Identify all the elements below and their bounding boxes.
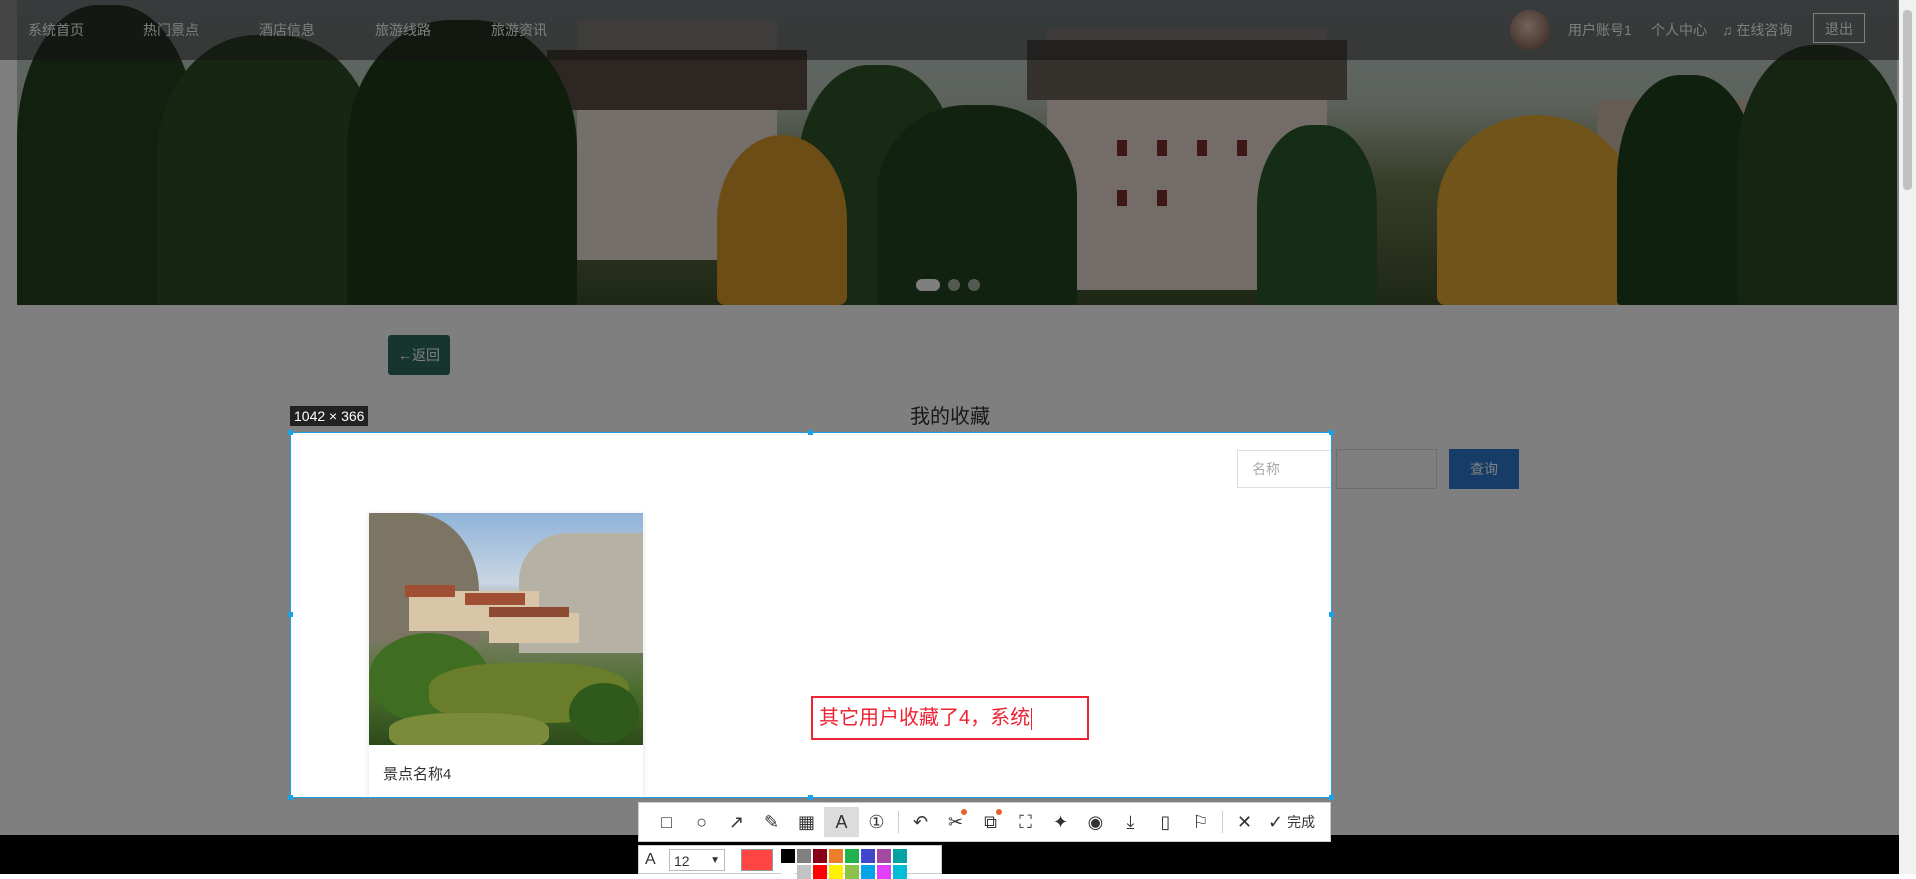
search-input[interactable]: 名称 (1237, 450, 1331, 488)
download-icon[interactable]: ⤓ (1113, 807, 1148, 837)
resize-handle[interactable] (288, 612, 293, 617)
color-swatch[interactable] (845, 864, 859, 879)
color-swatch[interactable] (813, 848, 827, 863)
attraction-image (369, 513, 643, 745)
pin-icon[interactable]: ✦ (1043, 807, 1078, 837)
bookmark-icon[interactable]: ⚐ (1183, 807, 1218, 837)
phone-icon[interactable]: ▯ (1148, 807, 1183, 837)
color-swatch[interactable] (829, 864, 843, 879)
current-color-swatch[interactable] (741, 848, 773, 871)
mosaic-icon[interactable]: ▦ (789, 807, 824, 837)
text-caret (1031, 707, 1033, 730)
new-badge (961, 809, 967, 815)
screenshot-toolbar: □ ○ ↗ ✎ ▦ A ① ↶ ✂ ⧉ ⛶ ✦ ◉ ⤓ ▯ ⚐ ✕ ✓ 完成 (638, 802, 1331, 842)
screenshot-selection[interactable]: 名称 景点名称4 其它用户收藏了4，系统 (290, 432, 1332, 798)
color-swatch[interactable] (797, 864, 811, 879)
cut-icon[interactable]: ✂ (938, 807, 973, 837)
record-icon[interactable]: ◉ (1078, 807, 1113, 837)
favorite-card[interactable]: 景点名称4 (369, 513, 643, 797)
resize-handle[interactable] (1329, 795, 1334, 800)
close-icon[interactable]: ✕ (1227, 807, 1262, 837)
done-label: 完成 (1287, 814, 1316, 830)
annotation-text-box[interactable]: 其它用户收藏了4，系统 (811, 696, 1089, 740)
page-scrollbar[interactable] (1899, 0, 1916, 874)
color-swatch[interactable] (861, 848, 875, 863)
toolbar-divider (1222, 811, 1223, 833)
resize-handle[interactable] (808, 430, 813, 435)
selection-size-label: 1042 × 366 (290, 406, 369, 426)
text-icon[interactable]: A (824, 807, 859, 837)
resize-handle[interactable] (288, 795, 293, 800)
rectangle-icon[interactable]: □ (649, 807, 684, 837)
attraction-name: 景点名称4 (383, 766, 452, 783)
color-swatch[interactable] (797, 848, 811, 863)
check-icon: ✓ (1268, 811, 1284, 832)
resize-handle[interactable] (808, 795, 813, 800)
number-icon[interactable]: ① (859, 807, 894, 837)
done-button[interactable]: ✓ 完成 (1268, 812, 1315, 833)
font-size-value: 12 (674, 852, 690, 869)
undo-icon[interactable]: ↶ (903, 807, 938, 837)
resize-handle[interactable] (1329, 612, 1334, 617)
color-swatch[interactable] (781, 864, 795, 879)
ellipse-icon[interactable]: ○ (684, 807, 719, 837)
color-swatch[interactable] (781, 848, 795, 863)
color-swatch[interactable] (893, 848, 907, 863)
resize-handle[interactable] (288, 430, 293, 435)
resize-handle[interactable] (1329, 430, 1334, 435)
chevron-down-icon: ▼ (710, 854, 720, 866)
toolbar-divider (898, 811, 899, 833)
annotation-text: 其它用户收藏了4，系统 (819, 707, 1031, 729)
color-swatch[interactable] (829, 848, 843, 863)
scrollbar-thumb[interactable] (1903, 10, 1912, 190)
ocr-icon[interactable]: ⛶ (1008, 807, 1043, 837)
translate-icon[interactable]: ⧉ (973, 807, 1008, 837)
color-swatch[interactable] (845, 848, 859, 863)
font-size-icon: A (645, 850, 656, 868)
color-palette (781, 848, 907, 879)
text-options-bar: A 12 ▼ (638, 845, 942, 879)
arrow-icon[interactable]: ↗ (719, 807, 754, 837)
color-swatch[interactable] (893, 864, 907, 879)
pencil-icon[interactable]: ✎ (754, 807, 789, 837)
color-swatch[interactable] (813, 864, 827, 879)
color-swatch[interactable] (877, 864, 891, 879)
color-swatch[interactable] (861, 864, 875, 879)
new-badge (996, 809, 1002, 815)
color-swatch[interactable] (877, 848, 891, 863)
font-size-select[interactable]: 12 ▼ (669, 848, 725, 871)
